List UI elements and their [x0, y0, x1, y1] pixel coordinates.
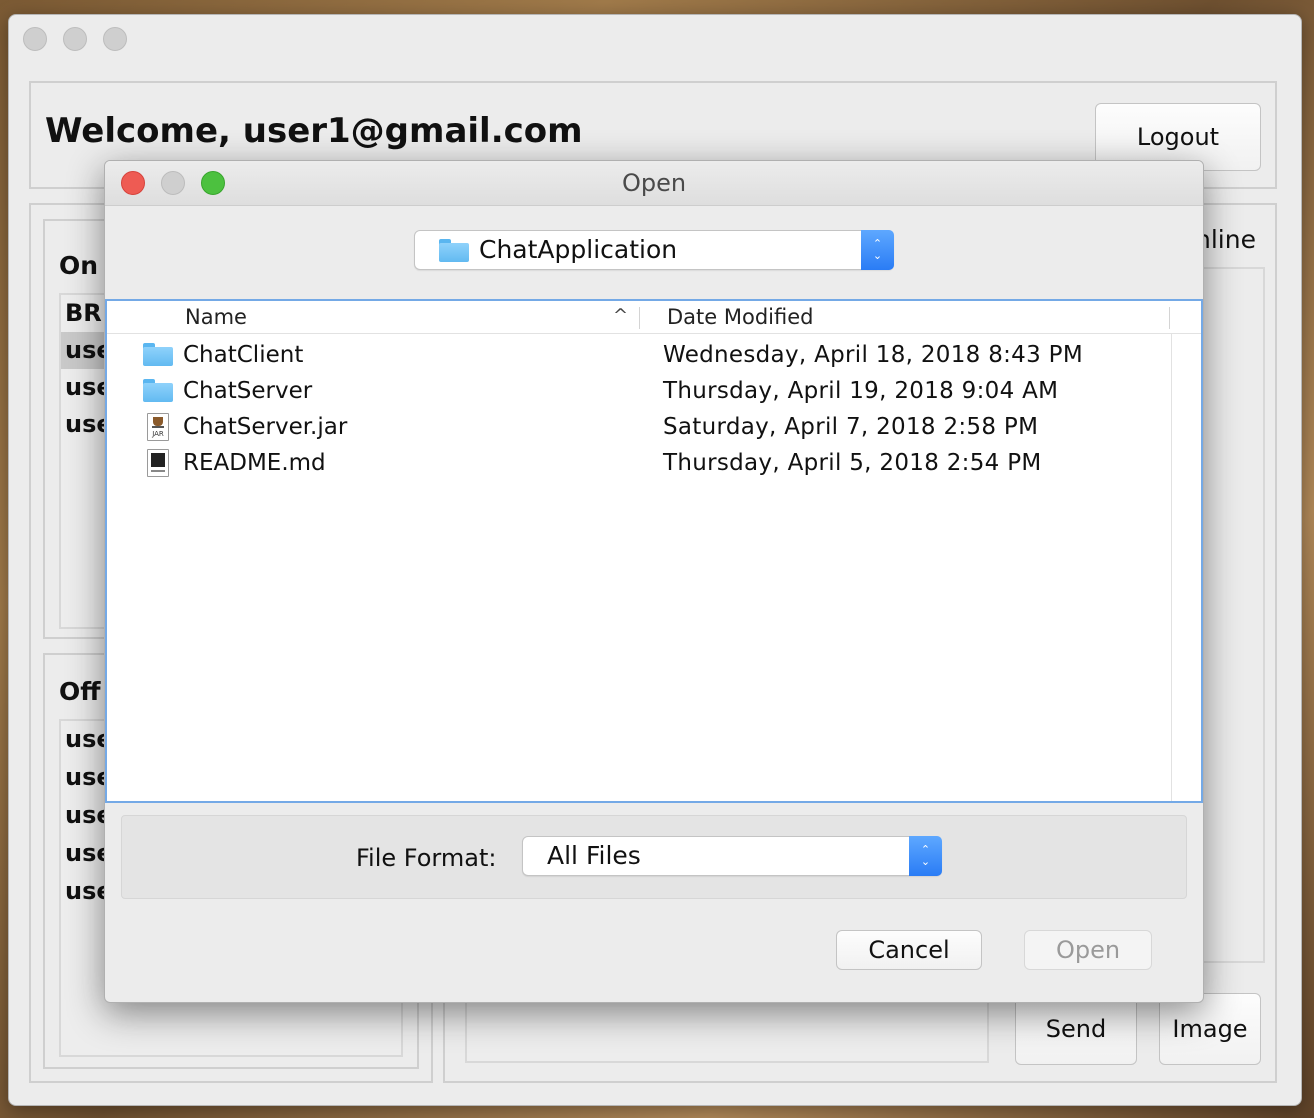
jar-badge: JAR [152, 430, 164, 438]
file-name: ChatServer.jar [183, 414, 348, 440]
markdown-file-icon [147, 449, 169, 477]
file-format-popup[interactable]: All Files ⌃ ⌄ [522, 836, 942, 876]
file-row[interactable]: ChatClient Wednesday, April 18, 2018 8:4… [107, 337, 1167, 373]
column-divider [1169, 307, 1170, 329]
minimize-window-button[interactable] [63, 27, 87, 51]
zoom-window-button[interactable] [103, 27, 127, 51]
date-column-header[interactable]: Date Modified [667, 305, 813, 329]
file-row[interactable]: ChatServer Thursday, April 19, 2018 9:04… [107, 373, 1167, 409]
folder-icon [439, 239, 469, 262]
file-name: ChatClient [183, 342, 304, 368]
file-date: Saturday, April 7, 2018 2:58 PM [663, 414, 1039, 440]
jar-file-icon: JAR [147, 413, 169, 441]
column-divider [639, 307, 640, 329]
file-row[interactable]: README.md Thursday, April 5, 2018 2:54 P… [107, 445, 1167, 481]
file-list[interactable]: Name ^ Date Modified ChatClient Wednesda… [105, 299, 1203, 803]
scrollbar-track[interactable] [1171, 333, 1172, 801]
dialog-title: Open [621, 169, 687, 197]
dialog-titlebar: Open [105, 161, 1203, 206]
file-format-popup-arrows-icon[interactable]: ⌃ ⌄ [909, 836, 942, 876]
name-column-header[interactable]: Name [185, 305, 247, 329]
location-text: ChatApplication [479, 235, 678, 264]
offline-panel-title: Off [59, 677, 101, 706]
file-date: Thursday, April 5, 2018 2:54 PM [663, 450, 1042, 476]
file-format-value: All Files [547, 841, 641, 870]
file-date: Thursday, April 19, 2018 9:04 AM [663, 378, 1059, 404]
open-file-dialog: Open ChatApplication ⌃ ⌄ Name ^ Date Modi… [104, 160, 1204, 1003]
location-popup[interactable]: ChatApplication ⌃ ⌄ [414, 230, 894, 270]
image-button[interactable]: Image [1159, 993, 1261, 1065]
open-button[interactable]: Open [1024, 930, 1152, 970]
file-format-bar: File Format: All Files ⌃ ⌄ [121, 815, 1187, 899]
file-name: ChatServer [183, 378, 313, 404]
file-format-label: File Format: [356, 844, 497, 872]
close-window-button[interactable] [23, 27, 47, 51]
file-list-header: Name ^ Date Modified [107, 301, 1201, 334]
welcome-text: Welcome, user1@gmail.com [45, 111, 583, 151]
online-label: nline [1195, 225, 1256, 254]
file-name: README.md [183, 450, 326, 476]
file-date: Wednesday, April 18, 2018 8:43 PM [663, 342, 1083, 368]
folder-icon [143, 379, 173, 402]
folder-icon [143, 343, 173, 366]
cancel-button[interactable]: Cancel [836, 930, 982, 970]
online-panel-title: On [59, 251, 99, 280]
sort-ascending-icon: ^ [613, 305, 629, 326]
file-row[interactable]: JAR ChatServer.jar Saturday, April 7, 20… [107, 409, 1167, 445]
location-popup-arrows-icon[interactable]: ⌃ ⌄ [861, 230, 894, 270]
send-button[interactable]: Send [1015, 993, 1137, 1065]
